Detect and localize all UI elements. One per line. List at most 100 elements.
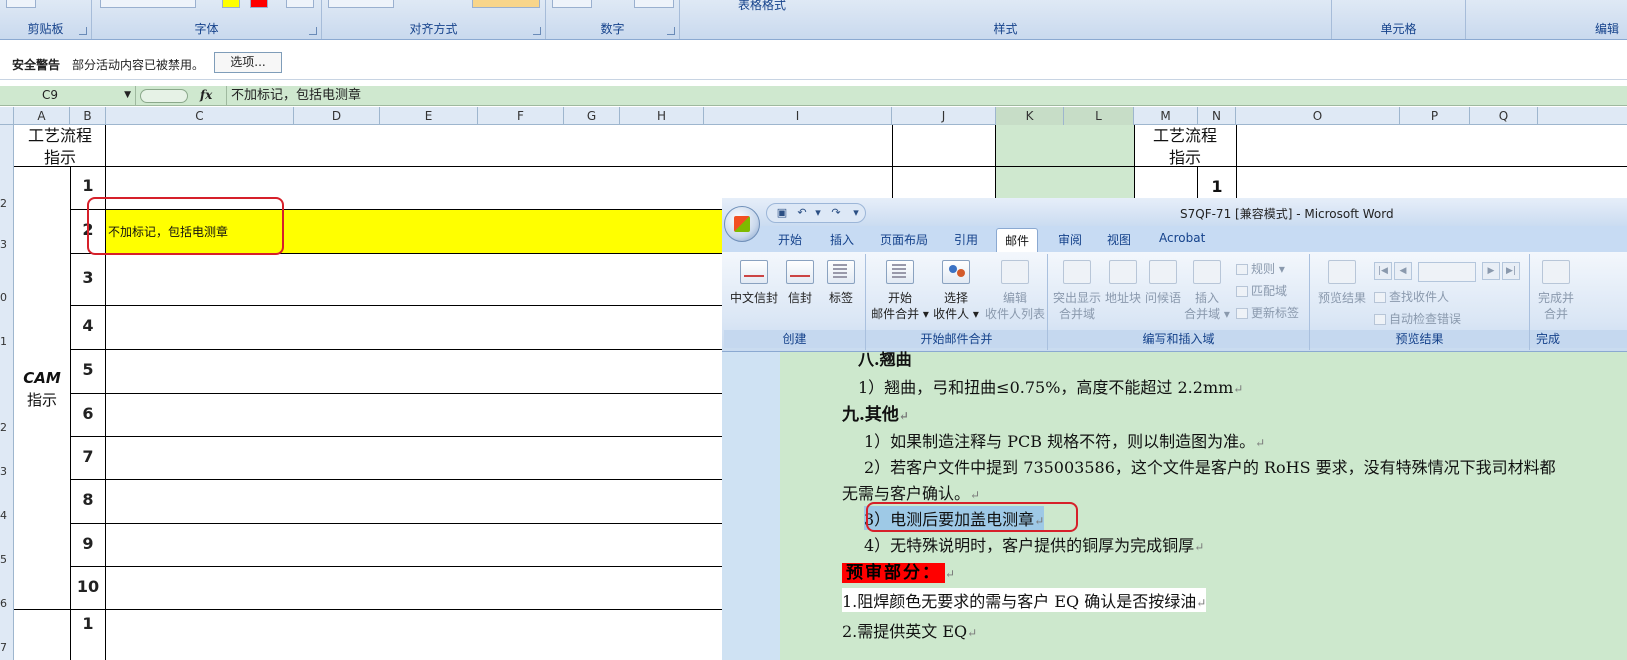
row-header[interactable]: 2 (0, 421, 14, 434)
envelopes-button[interactable]: 信封 (782, 260, 818, 306)
name-box-value: C9 (42, 88, 59, 102)
row-header[interactable]: 1 (0, 335, 14, 348)
document-page[interactable]: 八.翘曲 1）翘曲，弓和扭曲≤0.75%，高度不能超过 2.2mm↵ 九.其他↵… (780, 350, 1627, 660)
chinese-envelope-button[interactable]: 中文信封 (728, 260, 780, 306)
column-header[interactable]: E (380, 107, 478, 125)
column-header[interactable]: M (1134, 107, 1198, 125)
edit-recipient-list-button[interactable]: 编辑 收件人列表 (984, 260, 1046, 322)
wrap-text-button[interactable] (472, 0, 540, 8)
column-header[interactable]: P (1400, 107, 1470, 125)
column-header[interactable]: N (1198, 107, 1236, 125)
row-header[interactable]: 0 (0, 291, 14, 304)
process-instruction-header-right: 工艺流程指示 (1134, 125, 1236, 169)
column-header[interactable]: J (892, 107, 996, 125)
first-record-icon[interactable]: |◀ (1374, 262, 1392, 280)
select-all-corner[interactable] (0, 107, 14, 125)
dialog-launcher-icon[interactable] (667, 27, 675, 35)
ribbon-group-create: 中文信封 信封 标签 创建 (724, 254, 866, 350)
record-number-input[interactable] (1418, 262, 1476, 282)
column-header[interactable]: G (564, 107, 620, 125)
insert-function-icon[interactable]: fx (200, 86, 212, 105)
ribbon-mini-button[interactable] (100, 0, 196, 8)
save-icon[interactable]: ▣ (775, 207, 789, 219)
tab-acrobat[interactable]: Acrobat (1159, 231, 1205, 245)
find-recipient-icon (1374, 292, 1386, 303)
ribbon-mini-button[interactable] (286, 0, 314, 8)
column-header[interactable]: D (294, 107, 380, 125)
rules-button[interactable]: 规则 ▾ (1236, 260, 1285, 277)
table-format-label[interactable]: 表格格式 (738, 0, 786, 13)
row-header[interactable]: 4 (0, 509, 14, 522)
row-header[interactable]: 3 (0, 465, 14, 478)
column-header[interactable]: Q (1470, 107, 1538, 125)
row-header[interactable]: 2 (0, 197, 14, 210)
options-button[interactable]: 选项... (214, 52, 282, 73)
column-header[interactable]: I (704, 107, 892, 125)
update-labels-button[interactable]: 更新标签 (1236, 304, 1299, 321)
envelope-icon (786, 260, 814, 284)
process-instruction-header: 工艺流程指示 (14, 125, 106, 169)
recipients-icon (942, 260, 970, 284)
ribbon-mini-button[interactable] (328, 0, 394, 8)
paragraph-text: 1）翘曲，弓和扭曲≤0.75%，高度不能超过 2.2mm (858, 378, 1234, 397)
ribbon-mini-button[interactable] (634, 0, 674, 8)
last-record-icon[interactable]: ▶| (1502, 262, 1520, 280)
column-header[interactable]: F (478, 107, 564, 125)
finish-merge-button[interactable]: 完成并 合并 (1534, 260, 1578, 322)
dialog-launcher-icon[interactable] (309, 27, 317, 35)
step-number: 3 (82, 268, 94, 287)
tab-page-layout[interactable]: 页面布局 (880, 231, 928, 248)
dialog-launcher-icon[interactable] (533, 27, 541, 35)
row-header[interactable]: 6 (0, 597, 14, 610)
button-label: 地址块 (1104, 291, 1141, 305)
tab-view[interactable]: 视图 (1107, 231, 1131, 248)
column-header[interactable]: L (1064, 107, 1134, 125)
chevron-down-icon[interactable]: ▾ (811, 207, 825, 219)
formula-input[interactable]: 不加标记，包括电测章 (226, 86, 1626, 105)
row-header[interactable]: 7 (0, 641, 14, 654)
match-fields-icon (1236, 286, 1248, 297)
address-block-button[interactable]: 地址块 (1104, 260, 1142, 306)
ribbon-mini-button[interactable] (552, 0, 592, 8)
tab-references[interactable]: 引用 (954, 231, 978, 248)
previous-record-icon[interactable]: ◀ (1394, 262, 1412, 280)
highlight-merge-fields-button[interactable]: 突出显示 合并域 (1052, 260, 1102, 322)
match-fields-button[interactable]: 匹配域 (1236, 282, 1287, 299)
column-header[interactable]: B (70, 107, 106, 125)
column-header[interactable]: C (106, 107, 294, 125)
cam-instruction-label: 指示 (26, 391, 57, 409)
dialog-launcher-icon[interactable] (79, 27, 87, 35)
start-mail-merge-button[interactable]: 开始 邮件合并 ▾ (870, 260, 930, 322)
doc-paragraph: 无需与客户确认。↵ (842, 484, 981, 503)
tab-insert[interactable]: 插入 (830, 231, 854, 248)
greeting-line-button[interactable]: 问候语 (1144, 260, 1182, 306)
next-record-icon[interactable]: ▶ (1482, 262, 1500, 280)
insert-merge-field-button[interactable]: 插入 合并域 ▾ (1184, 260, 1230, 322)
tab-home[interactable]: 开始 (778, 231, 802, 248)
find-recipient-button[interactable]: 查找收件人 (1374, 288, 1449, 305)
redo-icon[interactable]: ↷ (829, 207, 843, 219)
preview-results-button[interactable]: 预览结果 (1314, 260, 1370, 306)
select-recipients-button[interactable]: 选择 收件人 ▾ (928, 260, 984, 322)
name-box[interactable]: C9 ▼ (0, 86, 136, 105)
ribbon-group-label: 编写和插入域 (1048, 330, 1309, 348)
office-button[interactable] (724, 206, 760, 242)
labels-button[interactable]: 标签 (822, 260, 860, 306)
tab-review[interactable]: 审阅 (1058, 231, 1082, 248)
customize-qat-icon[interactable]: ▾ (849, 207, 863, 219)
ribbon-mini-button[interactable] (6, 0, 36, 8)
fill-color-button[interactable] (222, 0, 240, 8)
tab-mailings[interactable]: 邮件 (996, 228, 1039, 252)
column-header[interactable]: K (996, 107, 1064, 125)
column-header[interactable]: O (1236, 107, 1400, 125)
update-labels-icon (1236, 308, 1248, 319)
formula-bar-resize-handle[interactable] (140, 89, 188, 103)
undo-icon[interactable]: ↶ (795, 207, 809, 219)
auto-check-errors-button[interactable]: 自动检查错误 (1374, 310, 1461, 327)
column-header[interactable]: H (620, 107, 704, 125)
font-color-button[interactable] (250, 0, 268, 8)
column-header[interactable]: A (14, 107, 70, 125)
row-header[interactable]: 5 (0, 553, 14, 566)
chevron-down-icon[interactable]: ▼ (124, 86, 131, 105)
row-header[interactable]: 3 (0, 238, 14, 251)
